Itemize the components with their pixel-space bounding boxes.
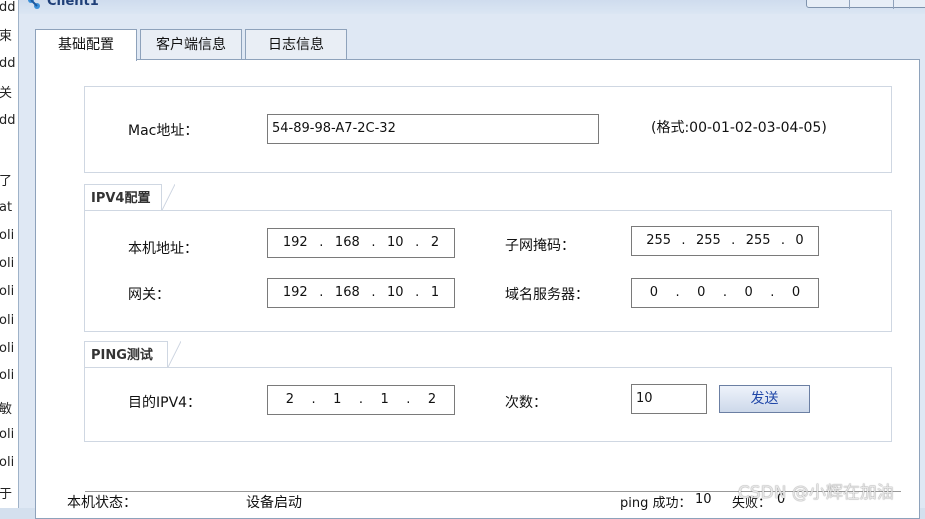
ip-octet: 255 [745, 233, 771, 248]
tab-label: 基础配置 [58, 37, 114, 53]
ping-count-input[interactable]: 10 [631, 384, 707, 414]
client-window: Client1 基础配置 客户端信息 日志信息 Mac地址： 54-89-98-… [18, 0, 925, 519]
tab-log-info[interactable]: 日志信息 [245, 29, 347, 60]
ip-octet: 2 [430, 235, 440, 250]
ip-octet: 192 [282, 285, 308, 300]
window-controls[interactable] [806, 0, 925, 9]
subnet-mask-input[interactable]: 255. 255. 255. 0 [631, 226, 819, 256]
gateway-input[interactable]: 192. 168. 10. 1 [267, 278, 455, 308]
background-text-fragment: oli [0, 455, 15, 470]
background-text-fragment: 束 [0, 29, 13, 44]
ip-octet: 1 [430, 285, 440, 300]
background-text-fragment: oli [0, 228, 15, 243]
gateway-label: 网关： [128, 287, 170, 303]
ping-success-count: 10 [695, 492, 712, 507]
ip-octet: 0 [795, 233, 804, 248]
background-text-fragment: oli [0, 284, 15, 299]
background-text-fragment: 于 [0, 487, 13, 502]
device-status-label: 本机状态： [67, 495, 137, 511]
background-text-fragment: dd [0, 113, 16, 128]
ip-octet: 192 [282, 235, 308, 250]
dns-server-label: 域名服务器： [505, 287, 589, 303]
background-text-fragment: dd [0, 56, 16, 71]
ip-octet: 0 [744, 285, 753, 300]
local-ip-label: 本机地址： [128, 241, 198, 257]
dns-server-input[interactable]: 0. 0. 0. 0 [631, 278, 819, 308]
background-text-fragment: 了 [0, 174, 13, 189]
ip-octet: 2 [427, 392, 437, 407]
mac-panel: Mac地址： 54-89-98-A7-2C-32 (格式:00-01-02-03… [84, 86, 892, 173]
ipv4-panel: 本机地址： 192. 168. 10. 2 子网掩码： 255. 255. 25… [84, 210, 892, 332]
tab-label: 日志信息 [268, 37, 324, 53]
subnet-mask-label: 子网掩码： [505, 238, 575, 254]
ip-octet: 10 [387, 285, 404, 300]
ip-octet: 168 [334, 285, 360, 300]
ping-success-label: ping 成功： [620, 496, 692, 511]
background-text-fragment: 关 [0, 86, 13, 101]
tab-label: 客户端信息 [156, 37, 226, 53]
ip-octet: 0 [697, 285, 706, 300]
tab-content: Mac地址： 54-89-98-A7-2C-32 (格式:00-01-02-03… [35, 59, 920, 519]
device-status-value: 设备启动 [246, 495, 302, 511]
local-ip-input[interactable]: 192. 168. 10. 2 [267, 228, 455, 258]
background-text-fragment: oli [0, 256, 15, 271]
window-title: Client1 [47, 0, 99, 9]
background-text-fragment: dd [0, 0, 16, 15]
ip-octet: 255 [695, 233, 721, 248]
background-text-fragment: oli [0, 341, 15, 356]
ip-octet: 1 [380, 392, 389, 407]
ip-octet: 168 [334, 235, 360, 250]
ip-octet: 10 [387, 235, 404, 250]
mac-input[interactable]: 54-89-98-A7-2C-32 [267, 114, 599, 144]
ip-octet: 2 [285, 392, 295, 407]
ip-octet: 0 [649, 285, 659, 300]
ip-octet: 0 [791, 285, 801, 300]
background-text-fragment: 敏 [0, 402, 13, 417]
ip-octet: 1 [333, 392, 342, 407]
tab-basic-config[interactable]: 基础配置 [35, 29, 137, 61]
background-text-fragment: oli [0, 427, 15, 442]
ipv4-section-label: IPV4配置 [91, 191, 151, 206]
title-bar[interactable]: Client1 [19, 0, 925, 14]
tab-client-info[interactable]: 客户端信息 [140, 29, 242, 60]
ping-count-label: 次数： [505, 395, 547, 411]
network-icon [28, 0, 40, 9]
watermark: CSDN @小辉在加油 [738, 483, 894, 503]
mac-label: Mac地址： [128, 123, 199, 139]
ping-target-label: 目的IPV4： [128, 395, 202, 411]
ping-section-label: PING测试 [91, 348, 153, 363]
ping-panel: 目的IPV4： 2. 1. 1. 2 次数： 10 发送 [84, 367, 892, 442]
background-text-fragment: oli [0, 313, 15, 328]
send-button[interactable]: 发送 [719, 385, 810, 413]
mac-format-hint: (格式:00-01-02-03-04-05) [651, 120, 827, 136]
background-text-fragment: oli [0, 368, 15, 383]
ping-section-title: PING测试 [84, 341, 181, 369]
ipv4-section-title: IPV4配置 [84, 184, 175, 212]
ping-target-input[interactable]: 2. 1. 1. 2 [267, 385, 455, 415]
ip-octet: 255 [646, 233, 672, 248]
background-document-strip: dd 束 dd 关 dd 了 at oli oli oli oli oli oli 敏 oli oli 于 [0, 0, 18, 508]
background-text-fragment: at [0, 200, 13, 215]
